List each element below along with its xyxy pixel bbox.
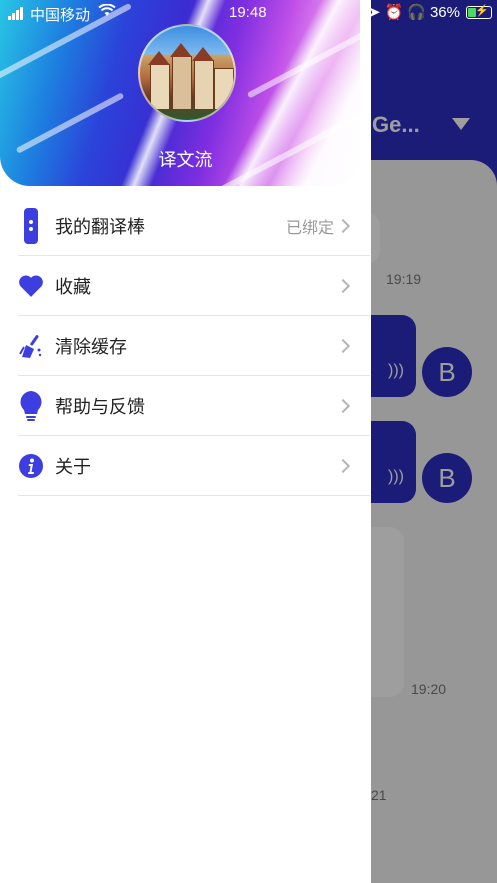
menu-item-about[interactable]: 关于: [18, 436, 370, 496]
side-drawer: 译文流 我的翻译棒 已绑定 收藏 清除缓存 帮助与反馈 关于: [0, 0, 371, 883]
menu-item-favorites[interactable]: 收藏: [18, 256, 370, 316]
status-right: ➤ ⏰ 🎧 36% ⚡: [368, 3, 492, 21]
clock: 19:48: [229, 4, 267, 21]
menu-item-label: 收藏: [55, 276, 91, 297]
wifi-icon: [98, 3, 116, 20]
menu-item-translator[interactable]: 我的翻译棒 已绑定: [18, 196, 370, 256]
chevron-right-icon: [335, 338, 351, 353]
menu-item-label: 我的翻译棒: [55, 216, 145, 237]
battery-percent: 36%: [429, 3, 460, 21]
status-bar: 中国移动 19:48 ➤ ⏰ 🎧 36% ⚡: [0, 0, 497, 26]
heart-icon: [18, 271, 44, 301]
menu-item-label: 清除缓存: [55, 336, 127, 357]
signal-icon: [8, 7, 23, 20]
user-avatar[interactable]: [138, 24, 236, 122]
drawer-menu: 我的翻译棒 已绑定 收藏 清除缓存 帮助与反馈 关于: [18, 196, 370, 496]
info-icon: [18, 451, 44, 481]
chevron-right-icon: [335, 278, 351, 293]
menu-item-help-feedback[interactable]: 帮助与反馈: [18, 376, 370, 436]
menu-item-label: 关于: [55, 456, 91, 477]
headphones-icon: 🎧: [407, 4, 426, 21]
lightbulb-icon: [18, 390, 44, 421]
alarm-icon: ⏰: [384, 4, 404, 21]
broom-icon: [18, 331, 44, 361]
username[interactable]: 译文流: [0, 146, 371, 172]
location-icon: ➤: [368, 4, 381, 21]
menu-item-label: 帮助与反馈: [55, 396, 145, 417]
chevron-right-icon: [335, 218, 351, 233]
battery-icon: ⚡: [465, 5, 492, 19]
carrier-name: 中国移动: [30, 7, 91, 24]
translator-device-icon: [18, 207, 44, 244]
menu-item-clear-cache[interactable]: 清除缓存: [18, 316, 370, 376]
chevron-right-icon: [335, 398, 351, 413]
chevron-right-icon: [335, 458, 351, 473]
bind-status: 已绑定: [285, 219, 334, 237]
